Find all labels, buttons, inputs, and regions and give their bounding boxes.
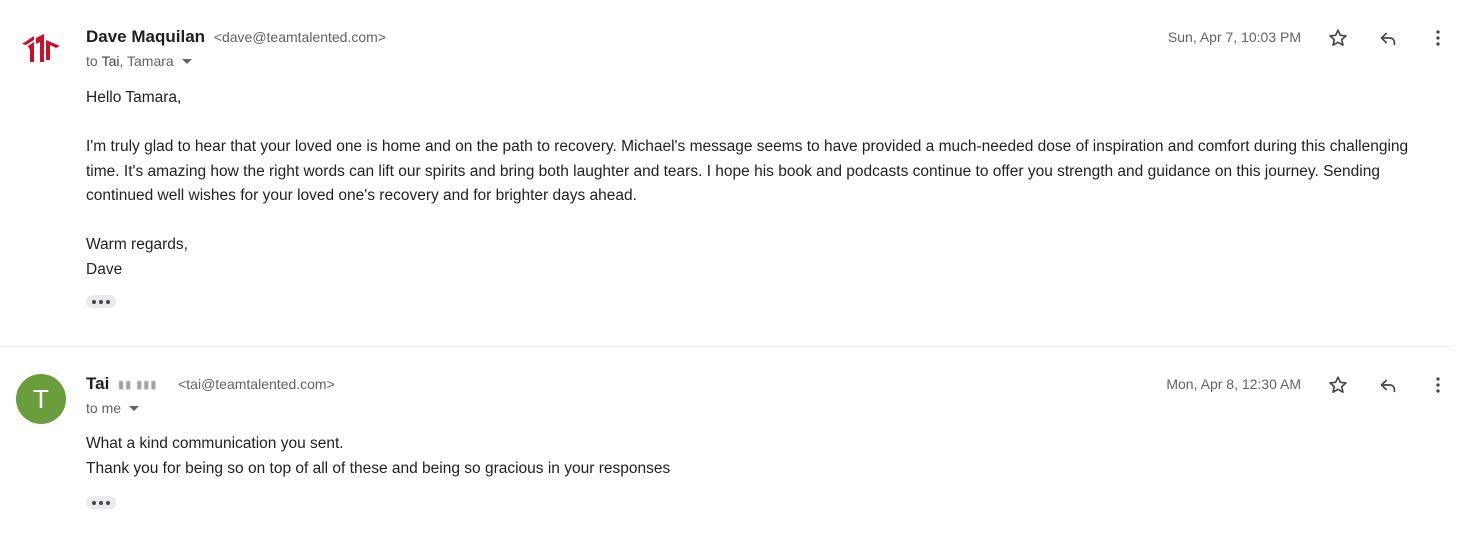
message-body: Hello Tamara, I'm truly glad to hear tha… [86, 86, 1416, 282]
recipients-line: to Tai, Tamara [86, 53, 192, 69]
star-icon[interactable] [1322, 22, 1354, 54]
closing: Warm regards, [86, 236, 188, 253]
reply-icon[interactable] [1372, 369, 1404, 401]
email-thread: Dave Maquilan <dave@teamtalented.com> to… [0, 0, 1467, 535]
body-line: Thank you for being so on top of all of … [86, 459, 671, 477]
reply-icon[interactable] [1372, 22, 1404, 54]
message-date: Sun, Apr 7, 10:03 PM [1167, 29, 1301, 45]
sender-email: <dave@teamtalented.com> [213, 29, 386, 45]
more-vert-icon[interactable] [1422, 369, 1454, 401]
avatar[interactable]: T [16, 374, 66, 424]
show-details-dropdown-icon[interactable] [129, 405, 140, 411]
recipients-line: to me [86, 400, 140, 416]
message-date: Mon, Apr 8, 12:30 AM [1166, 376, 1301, 392]
company-logo-icon[interactable] [16, 24, 66, 74]
star-icon[interactable] [1322, 369, 1354, 401]
to-prefix: to [86, 400, 98, 416]
body-line: What a kind communication you sent. [86, 435, 344, 452]
recipient-rest: , Tamara [119, 53, 174, 69]
recipient-name: me [101, 400, 122, 416]
show-trimmed-content-icon[interactable] [86, 496, 116, 509]
email-message: Dave Maquilan <dave@teamtalented.com> to… [0, 0, 1452, 346]
sender-name[interactable]: Dave Maquilan [86, 27, 205, 46]
greeting: Hello Tamara, [86, 89, 182, 106]
to-prefix: to [86, 53, 98, 69]
show-details-dropdown-icon[interactable] [181, 58, 192, 64]
more-vert-icon[interactable] [1422, 22, 1454, 54]
show-trimmed-content-icon[interactable] [86, 295, 116, 308]
sender-email: <tai@teamtalented.com> [178, 376, 335, 392]
recipient-name: Tai [101, 53, 120, 69]
redacted-surname: ▮▮ ▮▮▮ [118, 379, 158, 392]
body-paragraph: I'm truly glad to hear that your loved o… [86, 138, 1409, 204]
signature: Dave [86, 260, 123, 278]
sender-name[interactable]: Tai [86, 374, 109, 393]
sender-line: Tai ▮▮ ▮▮▮ <tai@teamtalented.com> [86, 374, 335, 394]
email-message: T Tai ▮▮ ▮▮▮ <tai@teamtalented.com> to m… [0, 347, 1452, 535]
sender-line: Dave Maquilan <dave@teamtalented.com> [86, 27, 386, 47]
message-body: What a kind communication you sent. Than… [86, 432, 1416, 481]
